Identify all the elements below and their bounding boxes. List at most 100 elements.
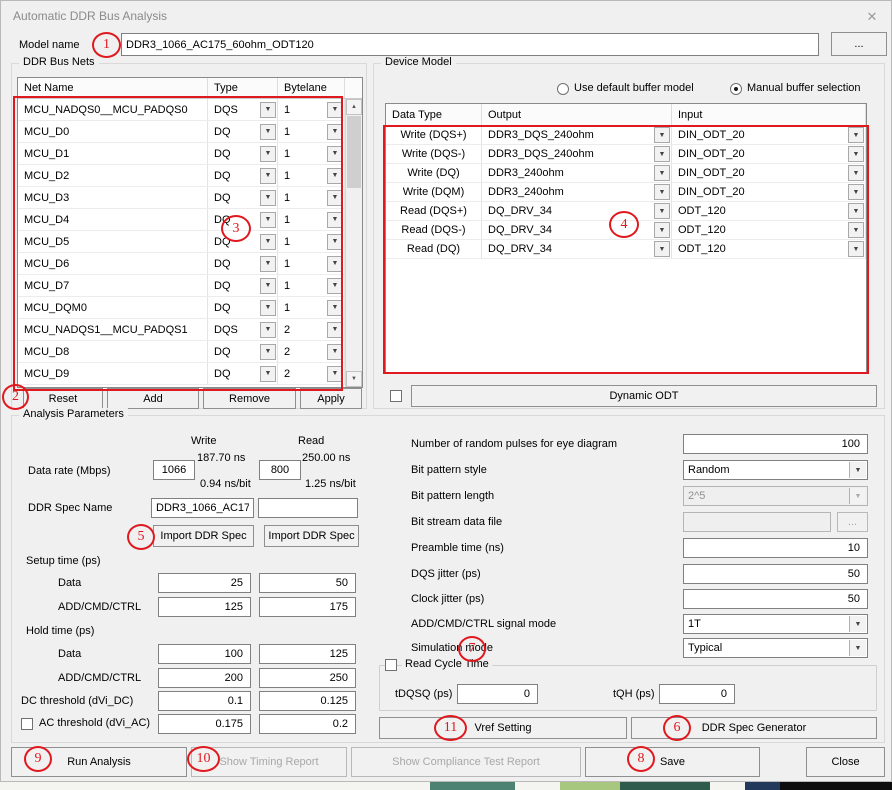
chevron-down-icon[interactable]: ▼ (654, 165, 670, 181)
output-dropdown[interactable]: DQ_DRV_34▼ (482, 240, 672, 258)
net-bytelane-dropdown[interactable]: 1▼ (278, 275, 345, 296)
setup-acc-read-input[interactable] (259, 597, 356, 617)
data-rate-read-input[interactable] (259, 460, 301, 480)
signal-mode-select[interactable]: 1T▼ (683, 614, 868, 634)
chevron-down-icon[interactable]: ▼ (849, 462, 866, 478)
chevron-down-icon[interactable]: ▼ (327, 234, 343, 250)
chevron-down-icon[interactable]: ▼ (848, 146, 864, 162)
chevron-down-icon[interactable]: ▼ (848, 241, 864, 257)
chevron-down-icon[interactable]: ▼ (260, 168, 276, 184)
output-dropdown[interactable]: DQ_DRV_34▼ (482, 221, 672, 239)
ddr-spec-write-input[interactable] (151, 498, 254, 518)
chevron-down-icon[interactable]: ▼ (260, 366, 276, 382)
chevron-down-icon[interactable]: ▼ (260, 146, 276, 162)
net-type-dropdown[interactable]: DQ▼ (208, 341, 278, 362)
input-dropdown[interactable]: ODT_120▼ (672, 240, 866, 258)
net-type-dropdown[interactable]: DQ▼ (208, 165, 278, 186)
input-dropdown[interactable]: DIN_ODT_20▼ (672, 183, 866, 201)
net-bytelane-dropdown[interactable]: 1▼ (278, 165, 345, 186)
input-dropdown[interactable]: DIN_ODT_20▼ (672, 145, 866, 163)
pulses-input[interactable] (683, 434, 868, 454)
chevron-down-icon[interactable]: ▼ (327, 300, 343, 316)
preamble-input[interactable] (683, 538, 868, 558)
chevron-down-icon[interactable]: ▼ (260, 124, 276, 140)
run-analysis-button[interactable]: Run Analysis (11, 747, 187, 777)
chevron-down-icon[interactable]: ▼ (327, 322, 343, 338)
hold-data-write-input[interactable] (158, 644, 251, 664)
scrollbar-thumb[interactable] (347, 116, 361, 188)
radio-default-buffer-label[interactable]: Use default buffer model (574, 82, 694, 94)
reset-button[interactable]: Reset (23, 388, 103, 409)
chevron-down-icon[interactable]: ▼ (260, 190, 276, 206)
data-rate-write-input[interactable] (153, 460, 195, 480)
import-ddr-spec-write-button[interactable]: Import DDR Spec (153, 525, 254, 547)
hold-acc-read-input[interactable] (259, 668, 356, 688)
output-dropdown[interactable]: DDR3_DQS_240ohm▼ (482, 145, 672, 163)
chevron-down-icon[interactable]: ▼ (327, 256, 343, 272)
chevron-down-icon[interactable]: ▼ (848, 184, 864, 200)
net-type-dropdown[interactable]: DQ▼ (208, 209, 278, 230)
chevron-down-icon[interactable]: ▼ (849, 640, 866, 656)
chevron-down-icon[interactable]: ▼ (327, 168, 343, 184)
chevron-down-icon[interactable]: ▼ (849, 616, 866, 632)
net-bytelane-dropdown[interactable]: 2▼ (278, 319, 345, 340)
window-close-icon[interactable]: ✕ (863, 8, 881, 26)
net-bytelane-dropdown[interactable]: 1▼ (278, 143, 345, 164)
radio-manual-buffer[interactable] (730, 83, 742, 95)
chevron-down-icon[interactable]: ▼ (654, 203, 670, 219)
ac-threshold-write-input[interactable] (158, 714, 251, 734)
chevron-down-icon[interactable]: ▼ (654, 127, 670, 143)
net-type-dropdown[interactable]: DQ▼ (208, 363, 278, 384)
remove-button[interactable]: Remove (203, 388, 296, 409)
chevron-down-icon[interactable]: ▼ (327, 102, 343, 118)
dynamic-odt-button[interactable]: Dynamic ODT (411, 385, 877, 407)
net-type-dropdown[interactable]: DQS▼ (208, 99, 278, 120)
hold-acc-write-input[interactable] (158, 668, 251, 688)
chevron-down-icon[interactable]: ▼ (848, 165, 864, 181)
net-bytelane-dropdown[interactable]: 1▼ (278, 297, 345, 318)
net-type-dropdown[interactable]: DQ▼ (208, 297, 278, 318)
ddr-spec-generator-button[interactable]: DDR Spec Generator (631, 717, 877, 739)
dqs-jitter-input[interactable] (683, 564, 868, 584)
dynamic-odt-checkbox[interactable] (390, 390, 402, 402)
ac-threshold-label[interactable]: AC threshold (dVi_AC) (39, 717, 150, 729)
ddr-spec-read-input[interactable] (258, 498, 358, 518)
setup-data-write-input[interactable] (158, 573, 251, 593)
vref-setting-button[interactable]: Vref Setting (379, 717, 627, 739)
net-bytelane-dropdown[interactable]: 1▼ (278, 187, 345, 208)
read-cycle-time-label[interactable]: Read Cycle Time (402, 658, 492, 670)
input-dropdown[interactable]: ODT_120▼ (672, 202, 866, 220)
input-dropdown[interactable]: DIN_ODT_20▼ (672, 164, 866, 182)
chevron-down-icon[interactable]: ▼ (327, 124, 343, 140)
read-cycle-time-checkbox[interactable] (385, 659, 397, 671)
setup-data-read-input[interactable] (259, 573, 356, 593)
radio-manual-buffer-label[interactable]: Manual buffer selection (747, 82, 861, 94)
chevron-down-icon[interactable]: ▼ (654, 222, 670, 238)
net-bytelane-dropdown[interactable]: 1▼ (278, 231, 345, 252)
net-bytelane-dropdown[interactable]: 2▼ (278, 341, 345, 362)
clock-jitter-input[interactable] (683, 589, 868, 609)
output-dropdown[interactable]: DQ_DRV_34▼ (482, 202, 672, 220)
bit-pattern-style-select[interactable]: Random▼ (683, 460, 868, 480)
net-type-dropdown[interactable]: DQ▼ (208, 275, 278, 296)
chevron-down-icon[interactable]: ▼ (260, 256, 276, 272)
radio-default-buffer[interactable] (557, 83, 569, 95)
chevron-down-icon[interactable]: ▼ (260, 300, 276, 316)
add-button[interactable]: Add (107, 388, 199, 409)
net-type-dropdown[interactable]: DQ▼ (208, 143, 278, 164)
setup-acc-write-input[interactable] (158, 597, 251, 617)
net-bytelane-dropdown[interactable]: 1▼ (278, 121, 345, 142)
net-type-dropdown[interactable]: DQS▼ (208, 319, 278, 340)
output-dropdown[interactable]: DDR3_240ohm▼ (482, 183, 672, 201)
import-ddr-spec-read-button[interactable]: Import DDR Spec (264, 525, 359, 547)
net-bytelane-dropdown[interactable]: 2▼ (278, 363, 345, 384)
chevron-down-icon[interactable]: ▼ (260, 102, 276, 118)
net-type-dropdown[interactable]: DQ▼ (208, 231, 278, 252)
simulation-mode-select[interactable]: Typical▼ (683, 638, 868, 658)
chevron-down-icon[interactable]: ▼ (327, 212, 343, 228)
output-dropdown[interactable]: DDR3_DQS_240ohm▼ (482, 126, 672, 144)
chevron-down-icon[interactable]: ▼ (327, 366, 343, 382)
chevron-down-icon[interactable]: ▼ (327, 190, 343, 206)
net-bytelane-dropdown[interactable]: 1▼ (278, 209, 345, 230)
output-dropdown[interactable]: DDR3_240ohm▼ (482, 164, 672, 182)
